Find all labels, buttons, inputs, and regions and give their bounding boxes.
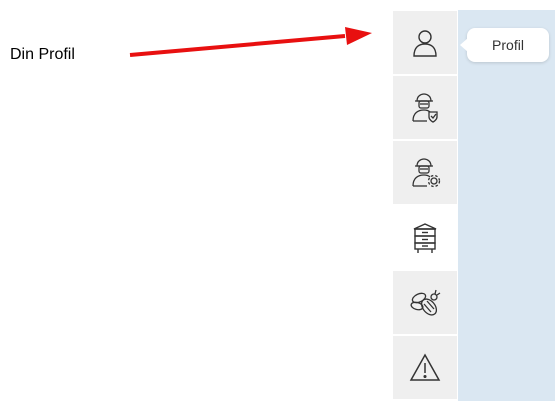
sidebar-item-profile[interactable]	[393, 10, 457, 75]
user-icon	[413, 29, 437, 57]
content-panel	[457, 10, 555, 401]
sidebar-item-beehive[interactable]	[393, 205, 457, 270]
beehive-icon	[413, 222, 437, 253]
sidebar-item-beekeeper-shield[interactable]	[393, 75, 457, 140]
sidebar	[393, 10, 458, 401]
warning-icon	[409, 352, 441, 381]
beekeeper-settings-icon	[412, 157, 441, 187]
sidebar-item-warning[interactable]	[393, 335, 457, 400]
sidebar-item-bee[interactable]	[393, 270, 457, 335]
sidebar-item-beekeeper-settings[interactable]	[393, 140, 457, 205]
beekeeper-shield-icon	[412, 92, 438, 123]
profile-tooltip: Profil	[460, 28, 549, 62]
bee-icon	[410, 289, 441, 316]
